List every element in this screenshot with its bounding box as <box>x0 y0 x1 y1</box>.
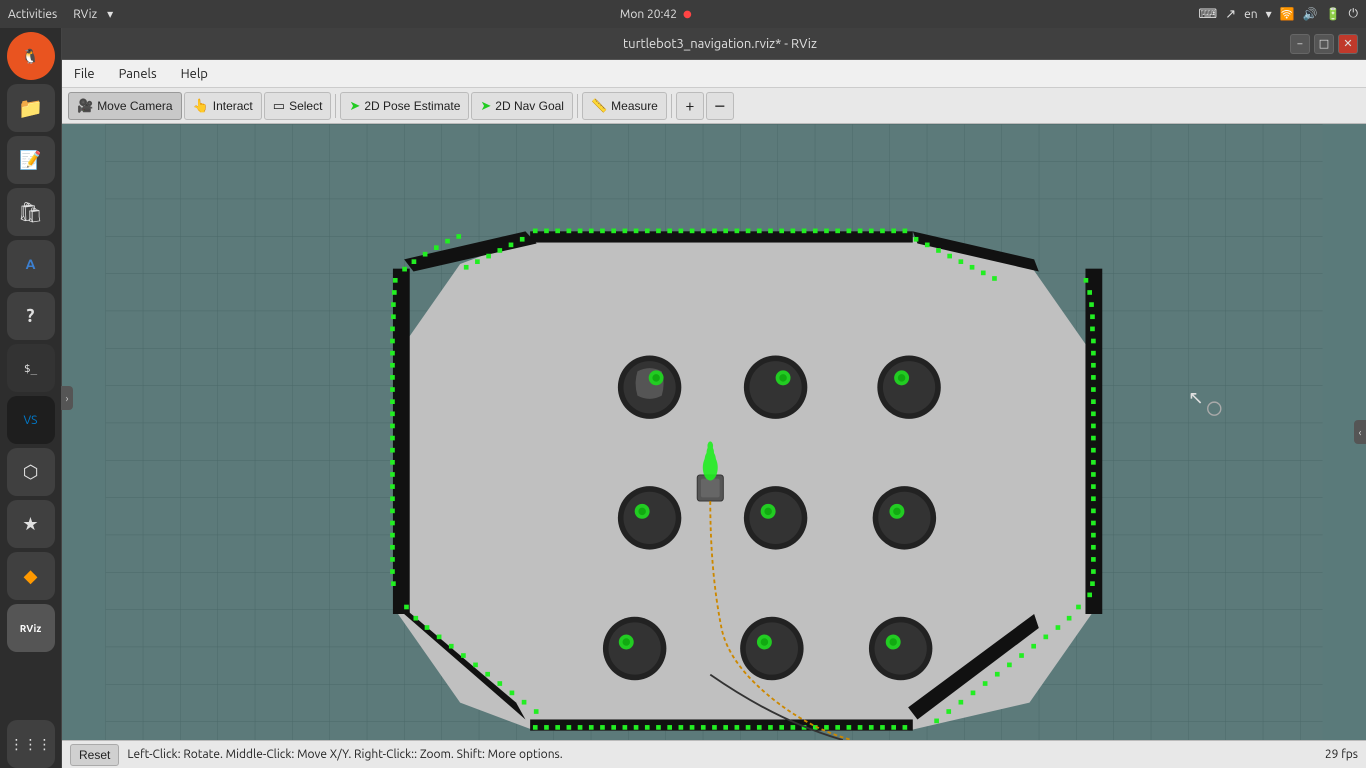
fps-display: 29 fps <box>1325 748 1358 761</box>
menu-file[interactable]: File <box>70 65 99 83</box>
menu-bar: File Panels Help <box>62 60 1366 88</box>
power-icon[interactable]: ⏻ <box>1348 7 1358 21</box>
close-button[interactable]: ✕ <box>1338 34 1358 54</box>
interact-button[interactable]: 👆 Interact <box>184 92 262 120</box>
right-panel-toggle[interactable]: ‹ <box>1354 420 1366 444</box>
system-bar-center: Mon 20:42 ● <box>620 8 692 21</box>
app-name-label[interactable]: RViz <box>73 8 97 21</box>
status-bar: Reset Left-Click: Rotate. Middle-Click: … <box>62 740 1366 768</box>
remove-tool-button[interactable]: − <box>706 92 734 120</box>
activities-label[interactable]: Activities <box>8 8 57 21</box>
add-tool-button[interactable]: + <box>676 92 704 120</box>
keyboard-icon[interactable]: ⌨ <box>1198 7 1217 22</box>
reset-button[interactable]: Reset <box>70 744 119 766</box>
select-icon: ▭ <box>273 98 285 114</box>
pose-estimate-button[interactable]: ➤ 2D Pose Estimate <box>340 92 469 120</box>
recording-dot: ● <box>683 8 692 20</box>
svg-text:↖: ↖ <box>1188 387 1204 408</box>
select-label: Select <box>289 99 322 113</box>
time-display: Mon 20:42 <box>620 8 677 21</box>
pose-estimate-icon: ➤ <box>349 98 360 114</box>
nav-goal-icon: ➤ <box>480 98 491 114</box>
interact-label: Interact <box>213 99 253 113</box>
nav-goal-button[interactable]: ➤ 2D Nav Goal <box>471 92 573 120</box>
dock-rviz[interactable]: RViz <box>7 604 55 652</box>
dock-starred[interactable]: ★ <box>7 500 55 548</box>
system-bar-left: Activities RViz ▾ <box>8 7 113 21</box>
minimize-button[interactable]: − <box>1290 34 1310 54</box>
system-bar-right: ⌨ ↗ en ▾ 🛜 🔊 🔋 ⏻ <box>1198 7 1358 22</box>
title-bar: turtlebot3_navigation.rviz* - RViz − □ ✕ <box>62 28 1366 60</box>
move-camera-label: Move Camera <box>97 99 172 113</box>
lang-label[interactable]: en <box>1244 8 1257 21</box>
left-dock: 🐧 📁 📝 🛍 A ? $_ VS ⬡ ★ ◆ RViz ⋮⋮⋮ › <box>0 28 62 768</box>
network-icon[interactable]: ↗ <box>1225 7 1236 22</box>
volume-icon[interactable]: 🔊 <box>1303 7 1318 21</box>
battery-icon[interactable]: 🔋 <box>1326 7 1341 21</box>
window-title: turtlebot3_navigation.rviz* - RViz <box>150 37 1290 51</box>
viewport[interactable]: ↖ ‹ <box>62 124 1366 740</box>
toolbar-separator-2 <box>577 94 578 118</box>
dock-writer[interactable]: A <box>7 240 55 288</box>
dock-help[interactable]: ? <box>7 292 55 340</box>
select-button[interactable]: ▭ Select <box>264 92 332 120</box>
dock-vscode[interactable]: VS <box>7 396 55 444</box>
measure-label: Measure <box>611 99 658 113</box>
dock-files[interactable]: 📁 <box>7 84 55 132</box>
toolbar-separator-3 <box>671 94 672 118</box>
dock-text-editor[interactable]: 📝 <box>7 136 55 184</box>
toolbar: 🎥 Move Camera 👆 Interact ▭ Select ➤ 2D P… <box>62 88 1366 124</box>
map-canvas: ↖ <box>62 124 1366 740</box>
move-camera-button[interactable]: 🎥 Move Camera <box>68 92 182 120</box>
interact-icon: 👆 <box>193 98 209 114</box>
dock-ros[interactable]: ⬡ <box>7 448 55 496</box>
toolbar-separator-1 <box>335 94 336 118</box>
menu-panels[interactable]: Panels <box>115 65 161 83</box>
measure-icon: 📏 <box>591 98 607 114</box>
app-dropdown-icon[interactable]: ▾ <box>107 7 113 21</box>
dock-appstore[interactable]: 🛍 <box>7 188 55 236</box>
left-panel-toggle[interactable]: › <box>61 386 73 410</box>
move-camera-icon: 🎥 <box>77 98 93 114</box>
dock-all-apps[interactable]: ⋮⋮⋮ <box>7 720 55 768</box>
status-hint: Left-Click: Rotate. Middle-Click: Move X… <box>127 748 562 761</box>
menu-help[interactable]: Help <box>177 65 212 83</box>
window-controls: − □ ✕ <box>1290 34 1358 54</box>
main-window: turtlebot3_navigation.rviz* - RViz − □ ✕… <box>62 28 1366 768</box>
dock-app[interactable]: ◆ <box>7 552 55 600</box>
maximize-button[interactable]: □ <box>1314 34 1334 54</box>
dock-terminal[interactable]: $_ <box>7 344 55 392</box>
lang-arrow-icon[interactable]: ▾ <box>1266 7 1272 21</box>
pose-estimate-label: 2D Pose Estimate <box>364 99 460 113</box>
wifi-icon[interactable]: 🛜 <box>1280 7 1295 21</box>
nav-goal-label: 2D Nav Goal <box>495 99 564 113</box>
system-bar: Activities RViz ▾ Mon 20:42 ● ⌨ ↗ en ▾ 🛜… <box>0 0 1366 28</box>
measure-button[interactable]: 📏 Measure <box>582 92 667 120</box>
dock-ubuntu[interactable]: 🐧 <box>7 32 55 80</box>
